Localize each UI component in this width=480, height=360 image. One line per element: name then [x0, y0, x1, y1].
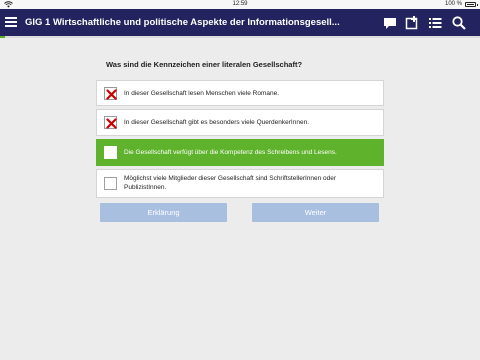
answer-label: Die Gesellschaft verfügt über die Kompet…	[124, 149, 337, 156]
checkbox	[104, 146, 117, 159]
answer-option-1[interactable]: In dieser Gesellschaft lesen Menschen vi…	[96, 80, 384, 106]
list-icon[interactable]	[427, 15, 443, 31]
answer-label: Möglichst viele Mitglieder dieser Gesell…	[124, 175, 337, 191]
answer-list: In dieser Gesellschaft lesen Menschen vi…	[96, 80, 384, 201]
question-text: Was sind die Kennzeichen einer literalen…	[106, 60, 303, 69]
hamburger-menu-icon[interactable]	[5, 17, 17, 28]
explanation-button[interactable]: Erklärung	[100, 203, 227, 222]
page-title: GIG 1 Wirtschaftliche und politische Asp…	[25, 17, 340, 28]
speech-bubble-icon[interactable]	[382, 15, 398, 31]
checkbox	[104, 177, 117, 190]
status-bar: 12:59 100 %	[0, 0, 480, 9]
battery-icon	[465, 2, 478, 7]
answer-label: In dieser Gesellschaft lesen Menschen vi…	[124, 90, 279, 97]
next-button[interactable]: Weiter	[252, 203, 379, 222]
add-note-icon[interactable]	[404, 15, 420, 31]
battery-percentage: 100 %	[444, 1, 462, 7]
answer-label: In dieser Gesellschaft gibt es besonders…	[124, 119, 309, 126]
wrong-mark-icon	[104, 87, 117, 100]
answer-option-3[interactable]: Die Gesellschaft verfügt über die Kompet…	[96, 139, 384, 166]
progress-bar-fill	[0, 36, 5, 38]
answer-option-2[interactable]: In dieser Gesellschaft gibt es besonders…	[96, 109, 384, 136]
app-header: GIG 1 Wirtschaftliche und politische Asp…	[0, 9, 480, 36]
progress-bar	[0, 36, 480, 38]
wrong-mark-icon	[104, 116, 117, 129]
status-time: 12:59	[232, 1, 248, 7]
answer-option-4[interactable]: Möglichst viele Mitglieder dieser Gesell…	[96, 169, 384, 198]
search-icon[interactable]	[451, 15, 467, 31]
